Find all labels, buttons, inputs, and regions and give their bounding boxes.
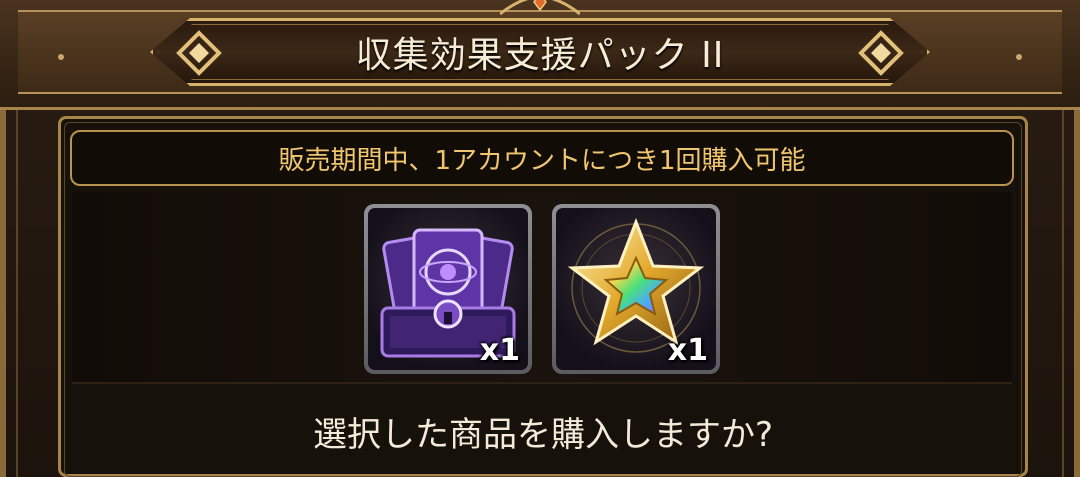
reward-item-card-chest[interactable]: x1: [364, 204, 532, 374]
item-quantity: x1: [479, 333, 520, 368]
crest-ornament: [500, 0, 580, 16]
banner-rivet: [1016, 54, 1022, 60]
item-slot: x1: [556, 208, 716, 370]
item-quantity: x1: [667, 333, 708, 368]
banner-rivet: [58, 54, 64, 60]
dialog-title: 収集効果支援パック II: [355, 35, 725, 76]
item-slot: x1: [368, 208, 528, 370]
purchase-limit-notice: 販売期間中、1アカウントにつき1回購入可能: [70, 130, 1014, 186]
items-area: [72, 192, 1012, 384]
reward-item-rainbow-star[interactable]: x1: [552, 204, 720, 374]
purchase-confirm-question: 選択した商品を購入しますか?: [312, 414, 774, 455]
